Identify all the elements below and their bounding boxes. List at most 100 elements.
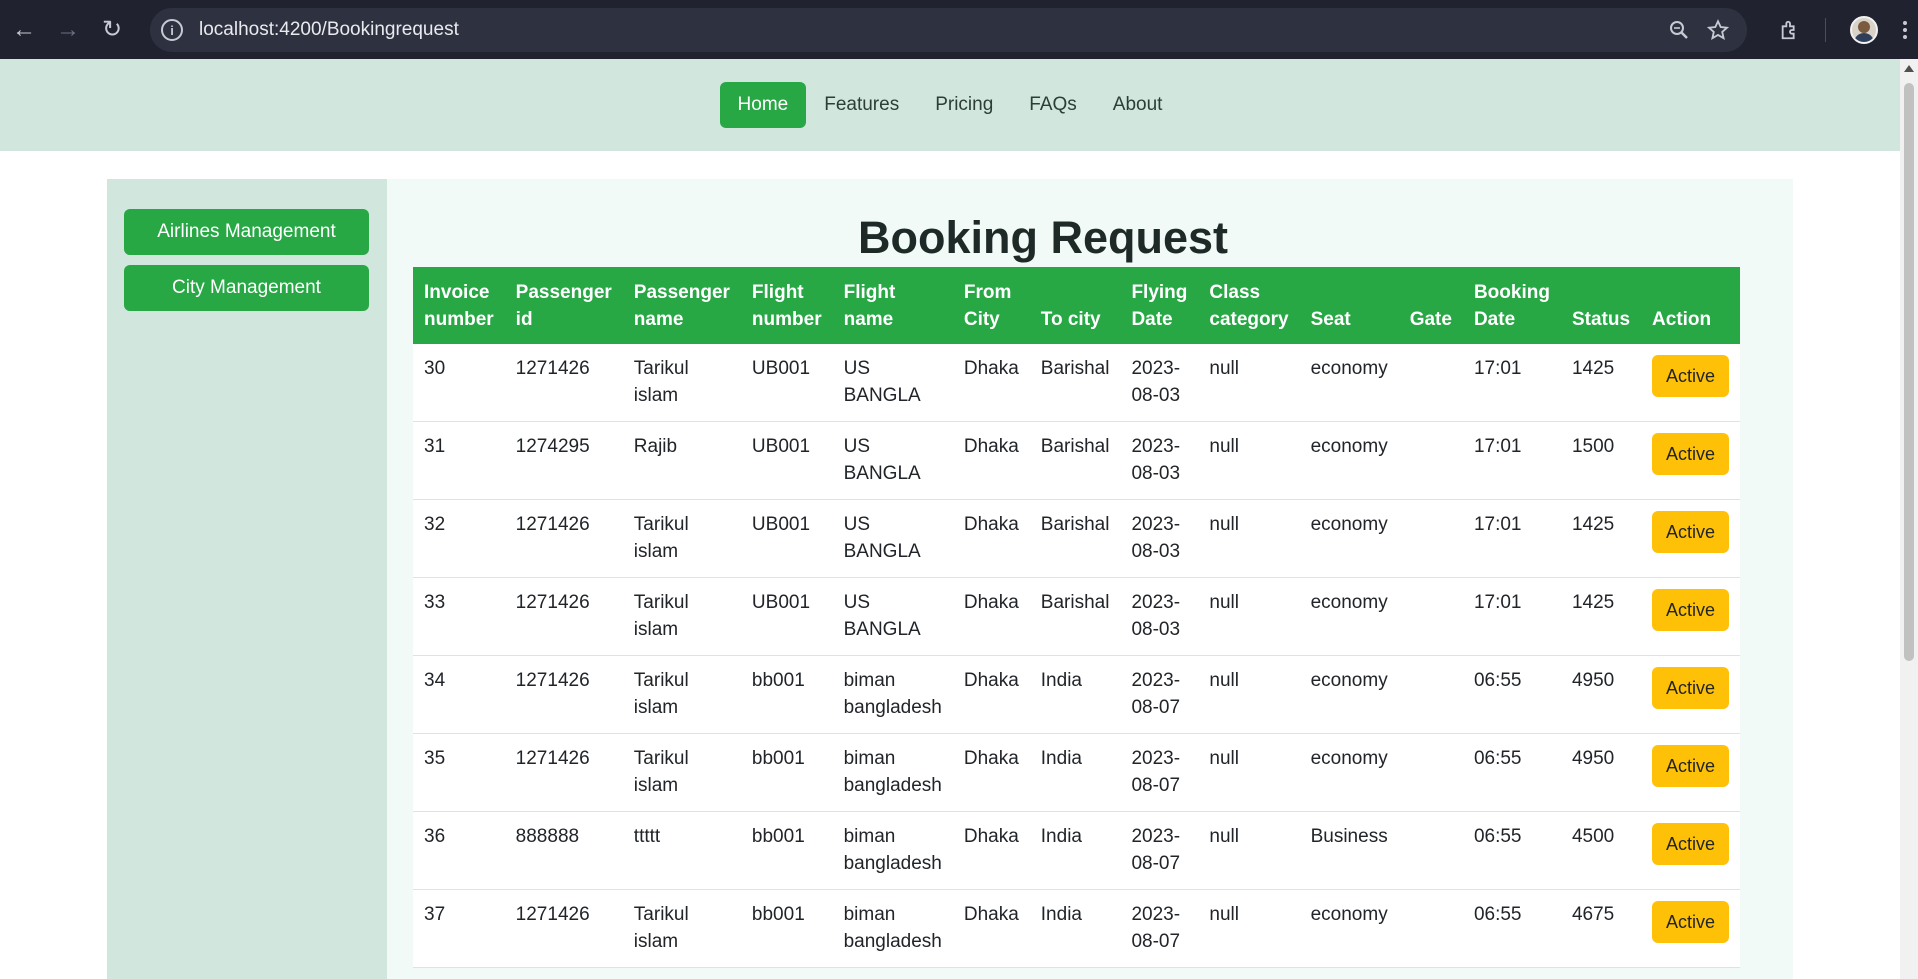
cell-bdate: 17:01 <box>1462 577 1561 656</box>
cell-cls: null <box>1198 655 1300 734</box>
star-icon[interactable] <box>1707 19 1729 41</box>
cell-fdate: 2023-08-03 <box>1120 344 1199 422</box>
column-header: Passenger id <box>504 267 623 344</box>
column-header: Flight name <box>832 267 953 344</box>
table-header-row: Invoice number Passenger id Passenger name… <box>413 267 1741 344</box>
column-header: Status <box>1560 267 1642 344</box>
column-header: Seat <box>1299 267 1399 344</box>
scroll-up-icon[interactable] <box>1904 65 1914 72</box>
cell-to: India <box>1029 655 1121 734</box>
main-content: Booking Request Invoice number Passenger … <box>413 179 1741 968</box>
cell-invoice: 34 <box>413 655 505 734</box>
nav-pricing[interactable]: Pricing <box>917 82 1011 128</box>
active-button[interactable]: Active <box>1652 745 1730 787</box>
cell-pid: 1274295 <box>504 421 623 500</box>
page-title: Booking Request <box>857 212 1229 263</box>
cell-fname: biman bangladesh <box>832 811 953 890</box>
cell-from: Dhaka <box>952 344 1030 422</box>
back-icon[interactable]: ← <box>4 10 44 50</box>
cell-fdate: 2023-08-07 <box>1120 811 1199 890</box>
cell-seat: Business <box>1299 811 1399 890</box>
url-text[interactable]: localhost:4200/Bookingrequest <box>199 19 459 41</box>
cell-from: Dhaka <box>952 889 1030 968</box>
cell-cls: null <box>1198 421 1300 500</box>
active-button[interactable]: Active <box>1652 433 1730 475</box>
cell-status: 1425 <box>1560 344 1642 422</box>
table-row: 32 1271426 Tarikul islam UB001 US BANGLA Dhak… <box>413 499 1741 578</box>
cell-status: 4950 <box>1560 655 1642 734</box>
cell-invoice: 31 <box>413 421 505 500</box>
nav-faqs[interactable]: FAQs <box>1011 82 1095 128</box>
cell-fnum: UB001 <box>740 577 833 656</box>
cell-action: Active <box>1641 344 1741 422</box>
cell-invoice: 30 <box>413 344 505 422</box>
extensions-icon[interactable] <box>1779 19 1801 41</box>
cell-fnum: bb001 <box>740 733 833 812</box>
cell-fnum: UB001 <box>740 421 833 500</box>
cell-to: Barishal <box>1029 499 1121 578</box>
cell-fdate: 2023-08-07 <box>1120 733 1199 812</box>
column-header: Class category <box>1198 267 1300 344</box>
cell-fnum: bb001 <box>740 889 833 968</box>
cell-pid: 1271426 <box>504 499 623 578</box>
reload-icon[interactable]: ↻ <box>92 10 132 50</box>
page-scrollbar[interactable] <box>1900 59 1918 979</box>
more-icon[interactable] <box>1902 19 1908 41</box>
toolbar-separator <box>1825 17 1826 42</box>
cell-from: Dhaka <box>952 499 1030 578</box>
info-icon[interactable]: i <box>161 19 183 41</box>
cell-pname: ttttt <box>622 811 741 890</box>
scrollbar-thumb[interactable] <box>1904 83 1914 661</box>
nav-about[interactable]: About <box>1095 82 1181 128</box>
sidebar: Airlines Management City Management <box>107 179 387 979</box>
cell-seat: economy <box>1299 889 1399 968</box>
nav-home[interactable]: Home <box>719 82 807 128</box>
avatar[interactable] <box>1850 15 1878 44</box>
cell-fname: biman bangladesh <box>832 655 953 734</box>
cell-pname: Tarikul islam <box>622 499 741 578</box>
zoom-icon[interactable] <box>1669 20 1689 40</box>
active-button[interactable]: Active <box>1652 667 1730 709</box>
cell-seat: economy <box>1299 655 1399 734</box>
cell-bdate: 06:55 <box>1462 811 1561 890</box>
cell-fdate: 2023-08-07 <box>1120 889 1199 968</box>
cell-fdate: 2023-08-07 <box>1120 655 1199 734</box>
cell-seat: economy <box>1299 733 1399 812</box>
cell-to: India <box>1029 811 1121 890</box>
cell-gate <box>1398 733 1463 812</box>
cell-pid: 1271426 <box>504 655 623 734</box>
cell-to: India <box>1029 733 1121 812</box>
cell-gate <box>1398 421 1463 500</box>
forward-icon[interactable]: → <box>48 10 88 50</box>
cell-pid: 1271426 <box>504 889 623 968</box>
column-header: Invoice number <box>413 267 505 344</box>
airlines-management-button[interactable]: Airlines Management <box>124 209 369 255</box>
column-header: Flying Date <box>1120 267 1199 344</box>
cell-fnum: UB001 <box>740 499 833 578</box>
cell-fname: US BANGLA <box>832 344 953 422</box>
address-bar[interactable]: i localhost:4200/Bookingrequest <box>150 8 1747 52</box>
column-header: To city <box>1029 267 1121 344</box>
cell-pname: Rajib <box>622 421 741 500</box>
nav-features[interactable]: Features <box>806 82 917 128</box>
cell-status: 1425 <box>1560 577 1642 656</box>
cell-action: Active <box>1641 733 1741 812</box>
active-button[interactable]: Active <box>1652 355 1730 397</box>
column-header: Flight number <box>740 267 833 344</box>
cell-gate <box>1398 811 1463 890</box>
table-row: 34 1271426 Tarikul islam bb001 biman banglad… <box>413 655 1741 734</box>
active-button[interactable]: Active <box>1652 589 1730 631</box>
active-button[interactable]: Active <box>1652 901 1730 943</box>
cell-bdate: 06:55 <box>1462 733 1561 812</box>
cell-from: Dhaka <box>952 577 1030 656</box>
cell-from: Dhaka <box>952 655 1030 734</box>
active-button[interactable]: Active <box>1652 511 1730 553</box>
cell-fdate: 2023-08-03 <box>1120 421 1199 500</box>
cell-fname: biman bangladesh <box>832 733 953 812</box>
city-management-button[interactable]: City Management <box>124 265 369 311</box>
cell-seat: economy <box>1299 577 1399 656</box>
cell-from: Dhaka <box>952 733 1030 812</box>
cell-gate <box>1398 344 1463 422</box>
active-button[interactable]: Active <box>1652 823 1730 865</box>
cell-action: Active <box>1641 421 1741 500</box>
